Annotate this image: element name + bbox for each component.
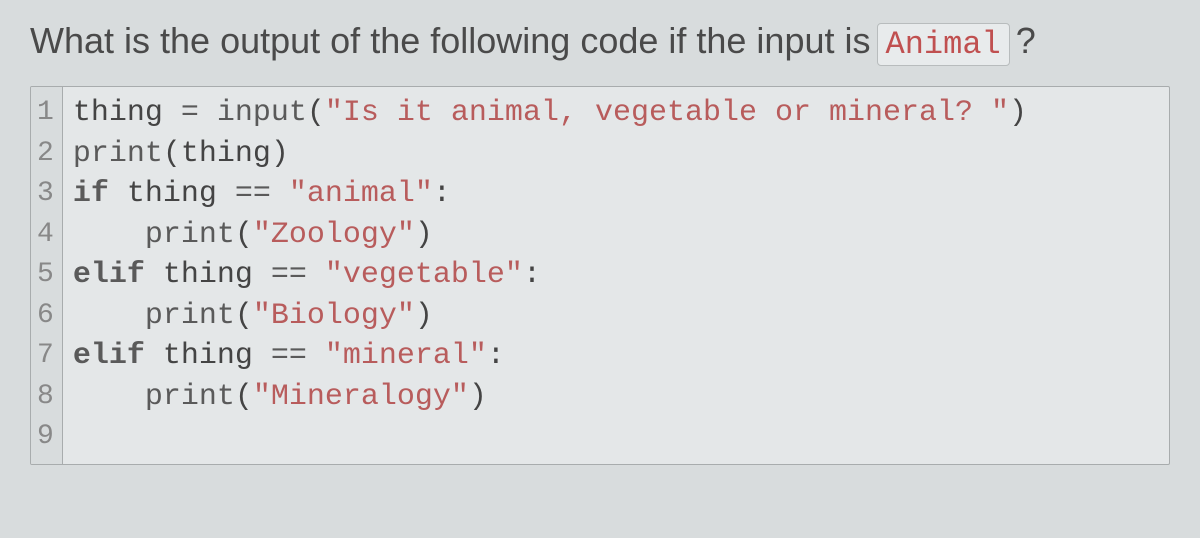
code-token: "mineral" <box>325 339 487 373</box>
code-token: thing <box>73 96 181 130</box>
code-token <box>199 96 217 130</box>
code-token <box>307 339 325 373</box>
code-line: thing = input("Is it animal, vegetable o… <box>73 93 1159 134</box>
code-token: ( <box>235 380 253 414</box>
code-token: print <box>145 299 235 333</box>
code-token: if <box>73 177 109 211</box>
code-token: "Biology" <box>253 299 415 333</box>
code-line: print("Biology") <box>73 296 1159 337</box>
code-token: "vegetable" <box>325 258 523 292</box>
code-token <box>73 218 145 252</box>
code-token: print <box>145 218 235 252</box>
code-token: == <box>235 177 271 211</box>
code-token <box>73 380 145 414</box>
question-prompt: What is the output of the following code… <box>30 20 1170 66</box>
code-token: ( <box>235 218 253 252</box>
code-token: thing <box>145 258 271 292</box>
code-token: input <box>217 96 307 130</box>
code-token: ) <box>415 299 433 333</box>
code-token: = <box>181 96 199 130</box>
code-token: ( <box>235 299 253 333</box>
code-token: == <box>271 339 307 373</box>
code-token: elif <box>73 339 145 373</box>
code-token: "Mineralogy" <box>253 380 469 414</box>
code-line: print("Mineralogy") <box>73 377 1159 418</box>
code-token: thing <box>109 177 235 211</box>
code-token <box>73 299 145 333</box>
code-token: (thing) <box>163 137 289 171</box>
line-number: 3 <box>37 174 54 215</box>
line-number: 2 <box>37 134 54 175</box>
line-number: 7 <box>37 336 54 377</box>
line-number: 5 <box>37 255 54 296</box>
code-token: ( <box>307 96 325 130</box>
code-token <box>271 177 289 211</box>
code-token: : <box>487 339 505 373</box>
code-token: print <box>145 380 235 414</box>
line-number: 8 <box>37 377 54 418</box>
line-number: 1 <box>37 93 54 134</box>
question-mark: ? <box>1016 20 1036 62</box>
code-token: "Is it animal, vegetable or mineral? " <box>325 96 1009 130</box>
code-token: : <box>433 177 451 211</box>
code-token: print <box>73 137 163 171</box>
code-token: : <box>523 258 541 292</box>
code-line: print("Zoology") <box>73 215 1159 256</box>
code-line <box>73 417 1159 458</box>
code-token: == <box>271 258 307 292</box>
code-token: "Zoology" <box>253 218 415 252</box>
code-line: elif thing == "mineral": <box>73 336 1159 377</box>
line-number: 6 <box>37 296 54 337</box>
code-block: 123456789 thing = input("Is it animal, v… <box>30 86 1170 465</box>
code-token: thing <box>145 339 271 373</box>
code-token: ) <box>1009 96 1027 130</box>
code-token: ) <box>415 218 433 252</box>
code-token: elif <box>73 258 145 292</box>
code-line: if thing == "animal": <box>73 174 1159 215</box>
code-line: elif thing == "vegetable": <box>73 255 1159 296</box>
input-value-code: Animal <box>877 23 1010 66</box>
line-number: 9 <box>37 417 54 458</box>
code-line: print(thing) <box>73 134 1159 175</box>
code-token <box>307 258 325 292</box>
code-token: ) <box>469 380 487 414</box>
line-number-gutter: 123456789 <box>31 87 63 464</box>
question-text: What is the output of the following code… <box>30 20 871 62</box>
code-content: thing = input("Is it animal, vegetable o… <box>63 87 1169 464</box>
code-token: "animal" <box>289 177 433 211</box>
line-number: 4 <box>37 215 54 256</box>
